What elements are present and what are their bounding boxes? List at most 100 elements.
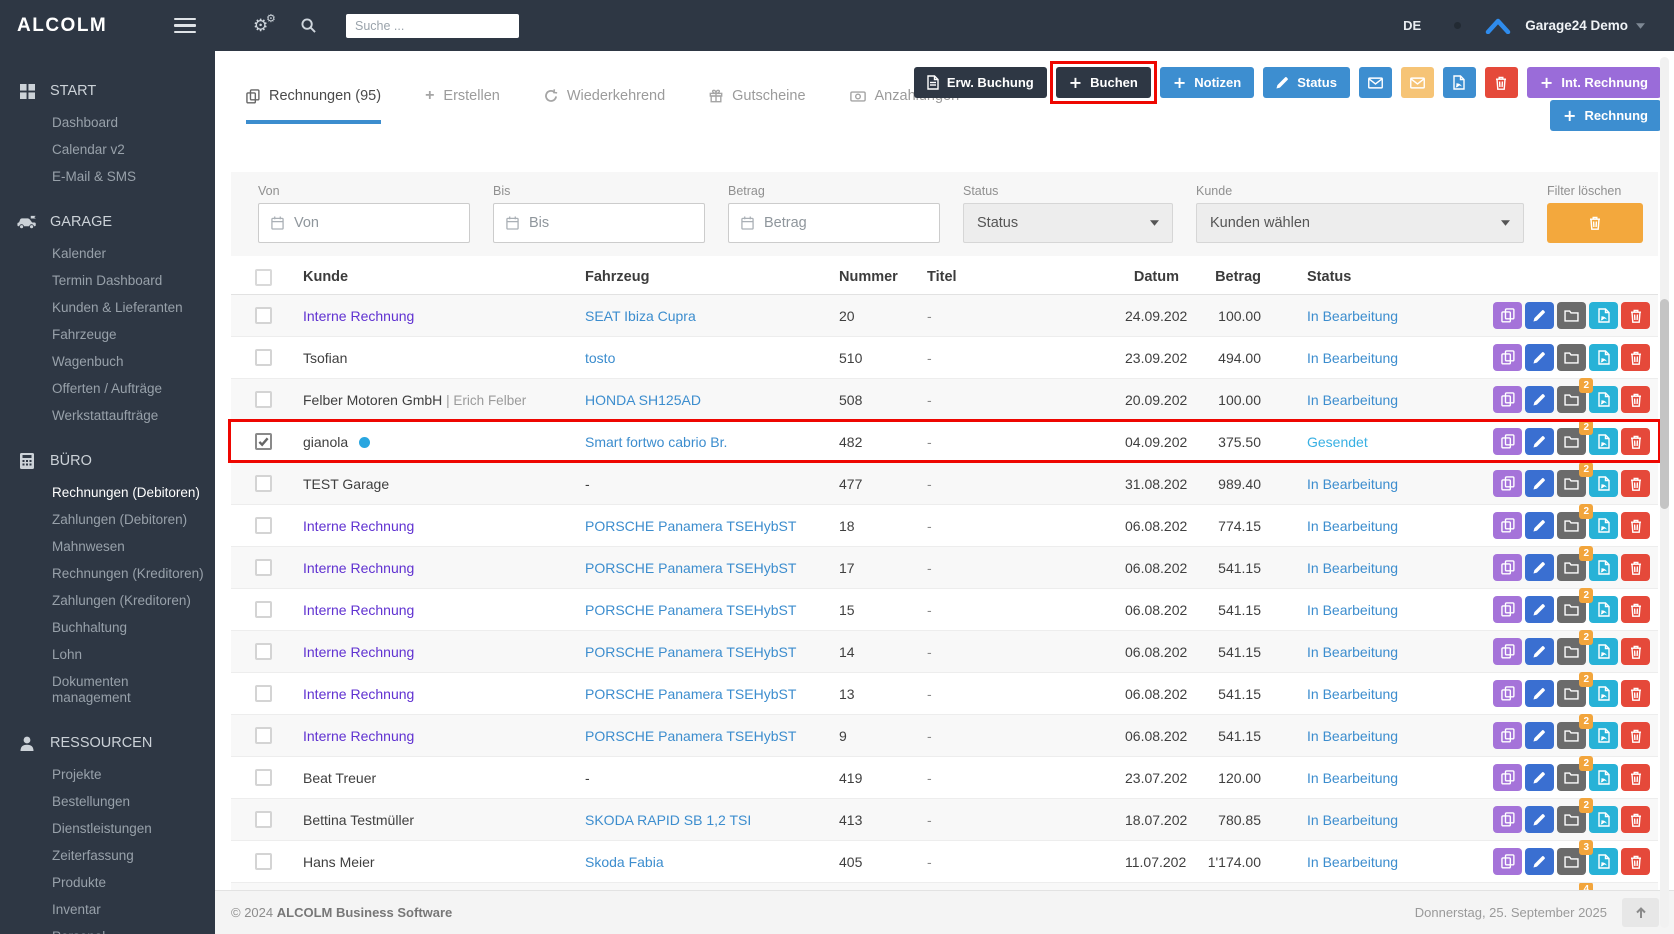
documents-button[interactable]: 2 — [1557, 588, 1593, 623]
row-checkbox[interactable] — [254, 391, 272, 408]
row-checkbox[interactable] — [254, 643, 272, 660]
delete-button[interactable] — [1621, 848, 1650, 875]
edit-button[interactable] — [1525, 470, 1554, 497]
table-row[interactable]: Tsofian tosto 510 - 23.09.2025 494.00 In… — [231, 337, 1658, 379]
customer-name[interactable]: Interne Rechnung — [303, 560, 414, 576]
status-link[interactable]: In Bearbeitung — [1307, 728, 1398, 744]
vehicle-link[interactable]: tosto — [585, 350, 615, 366]
sidebar-item-mahnwesen[interactable]: Mahnwesen — [0, 533, 215, 560]
delete-button[interactable] — [1621, 638, 1650, 665]
pdf-button[interactable] — [1589, 722, 1618, 749]
delete-button[interactable] — [1621, 764, 1650, 791]
delete-button[interactable] — [1621, 596, 1650, 623]
vehicle-link[interactable]: PORSCHE Panamera TSEHybST — [585, 728, 796, 744]
table-row[interactable]: Interne Rechnung PORSCHE Panamera TSEHyb… — [231, 504, 1658, 547]
settings-gears-icon[interactable]: ⚙ ⚙ — [253, 12, 279, 35]
sidebar-item-personal[interactable]: Personal — [0, 923, 215, 934]
edit-button[interactable] — [1525, 428, 1554, 455]
status-link[interactable]: In Bearbeitung — [1307, 392, 1398, 408]
table-row[interactable]: Interne Rechnung PORSCHE Panamera TSEHyb… — [231, 672, 1658, 715]
erw-buchung-button[interactable]: Erw. Buchung — [913, 67, 1047, 98]
sidebar-item-produkte[interactable]: Produkte — [0, 869, 215, 896]
vehicle-link[interactable]: PORSCHE Panamera TSEHybST — [585, 560, 796, 576]
duplicate-button[interactable] — [1493, 512, 1522, 539]
delete-button[interactable] — [1621, 680, 1650, 707]
int-rechnung-button[interactable]: + Int. Rechnung — [1526, 67, 1661, 98]
vehicle-link[interactable]: PORSCHE Panamera TSEHybST — [585, 602, 796, 618]
sidebar-section-header-ressourcen[interactable]: RESSOURCEN — [0, 725, 215, 761]
vehicle-link[interactable]: SEAT Ibiza Cupra — [585, 308, 696, 324]
sidebar-item-zahlungen-kreditoren[interactable]: Zahlungen (Kreditoren) — [0, 587, 215, 614]
row-checkbox[interactable] — [254, 685, 272, 702]
pdf-button[interactable] — [1589, 428, 1618, 455]
sidebar-item-dokumenten-management[interactable]: Dokumenten management — [0, 668, 215, 711]
sidebar-item-dashboard[interactable]: Dashboard — [0, 109, 215, 136]
documents-button[interactable] — [1557, 302, 1586, 329]
sidebar-item-wagenbuch[interactable]: Wagenbuch — [0, 348, 215, 375]
table-row[interactable]: Felber Motoren GmbH | Erich Felber HONDA… — [231, 378, 1658, 421]
vehicle-link[interactable]: PORSCHE Panamera TSEHybST — [585, 518, 796, 534]
sidebar-item-dienstleistungen[interactable]: Dienstleistungen — [0, 815, 215, 842]
sidebar-item-calendar-v2[interactable]: Calendar v2 — [0, 136, 215, 163]
documents-button[interactable]: 2 — [1557, 504, 1593, 539]
edit-button[interactable] — [1525, 722, 1554, 749]
sidebar-item-lohn[interactable]: Lohn — [0, 641, 215, 668]
tab-gutscheine[interactable]: Gutscheine — [709, 86, 806, 124]
duplicate-button[interactable] — [1493, 680, 1522, 707]
row-checkbox[interactable] — [254, 727, 272, 744]
edit-button[interactable] — [1525, 302, 1554, 329]
row-checkbox[interactable] — [254, 601, 272, 618]
table-row[interactable]: Interne Rechnung PORSCHE Panamera TSEHyb… — [231, 546, 1658, 589]
sidebar-item-inventar[interactable]: Inventar — [0, 896, 215, 923]
status-link[interactable]: In Bearbeitung — [1307, 308, 1398, 324]
tab-erstellen[interactable]: + Erstellen — [425, 86, 500, 124]
language-selector[interactable]: DE — [1403, 18, 1421, 33]
pdf-button[interactable] — [1589, 680, 1618, 707]
sidebar-section-header-start[interactable]: START — [0, 73, 215, 109]
documents-button[interactable] — [1557, 344, 1586, 371]
duplicate-button[interactable] — [1493, 722, 1522, 749]
search-icon[interactable] — [301, 18, 316, 33]
documents-button[interactable]: 2 — [1557, 378, 1593, 413]
scrollbar[interactable] — [1660, 57, 1669, 928]
customer-name[interactable]: Interne Rechnung — [303, 602, 414, 618]
documents-button[interactable]: 2 — [1557, 546, 1593, 581]
delete-button[interactable] — [1621, 344, 1650, 371]
table-row[interactable]: Hans Meier Skoda Fabia 405 - 11.07.2025 … — [231, 840, 1658, 883]
pdf-button[interactable] — [1589, 302, 1618, 329]
filter-select-status[interactable]: Status — [963, 203, 1173, 243]
status-link[interactable]: In Bearbeitung — [1307, 770, 1398, 786]
table-row[interactable]: Interne Rechnung PORSCHE Panamera TSEHyb… — [231, 630, 1658, 673]
pdf-export-button[interactable] — [1442, 67, 1476, 98]
edit-button[interactable] — [1525, 638, 1554, 665]
row-checkbox[interactable] — [254, 559, 272, 576]
sidebar-item-rechnungen-kreditoren[interactable]: Rechnungen (Kreditoren) — [0, 560, 215, 587]
pdf-button[interactable] — [1589, 470, 1618, 497]
status-link[interactable]: In Bearbeitung — [1307, 644, 1398, 660]
pdf-button[interactable] — [1589, 848, 1618, 875]
documents-button[interactable]: 2 — [1557, 462, 1593, 497]
duplicate-button[interactable] — [1493, 554, 1522, 581]
select-all-checkbox[interactable] — [254, 268, 272, 286]
duplicate-button[interactable] — [1493, 806, 1522, 833]
table-row[interactable]: gianola Smart fortwo cabrio Br. 482 - 04… — [228, 419, 1661, 463]
edit-button[interactable] — [1525, 806, 1554, 833]
delete-button[interactable] — [1621, 512, 1650, 539]
account-menu[interactable]: Garage24 Demo — [1525, 18, 1628, 33]
row-checkbox[interactable] — [254, 811, 272, 828]
tab-rechnungen-95[interactable]: Rechnungen (95) — [246, 86, 382, 124]
pdf-button[interactable] — [1589, 806, 1618, 833]
duplicate-button[interactable] — [1493, 386, 1522, 413]
delete-button[interactable] — [1621, 302, 1650, 329]
duplicate-button[interactable] — [1493, 470, 1522, 497]
sidebar-item-bestellungen[interactable]: Bestellungen — [0, 788, 215, 815]
duplicate-button[interactable] — [1493, 302, 1522, 329]
sidebar-section-header-büro[interactable]: BÜRO — [0, 443, 215, 479]
status-link[interactable]: In Bearbeitung — [1307, 518, 1398, 534]
delete-button[interactable] — [1621, 806, 1650, 833]
table-row[interactable]: Beat Treuer - 419 - 23.07.2025 120.00 In… — [231, 756, 1658, 799]
pdf-button[interactable] — [1589, 554, 1618, 581]
vehicle-link[interactable]: PORSCHE Panamera TSEHybST — [585, 644, 796, 660]
buchen-button[interactable]: + Buchen — [1049, 61, 1157, 104]
sidebar-item-projekte[interactable]: Projekte — [0, 761, 215, 788]
